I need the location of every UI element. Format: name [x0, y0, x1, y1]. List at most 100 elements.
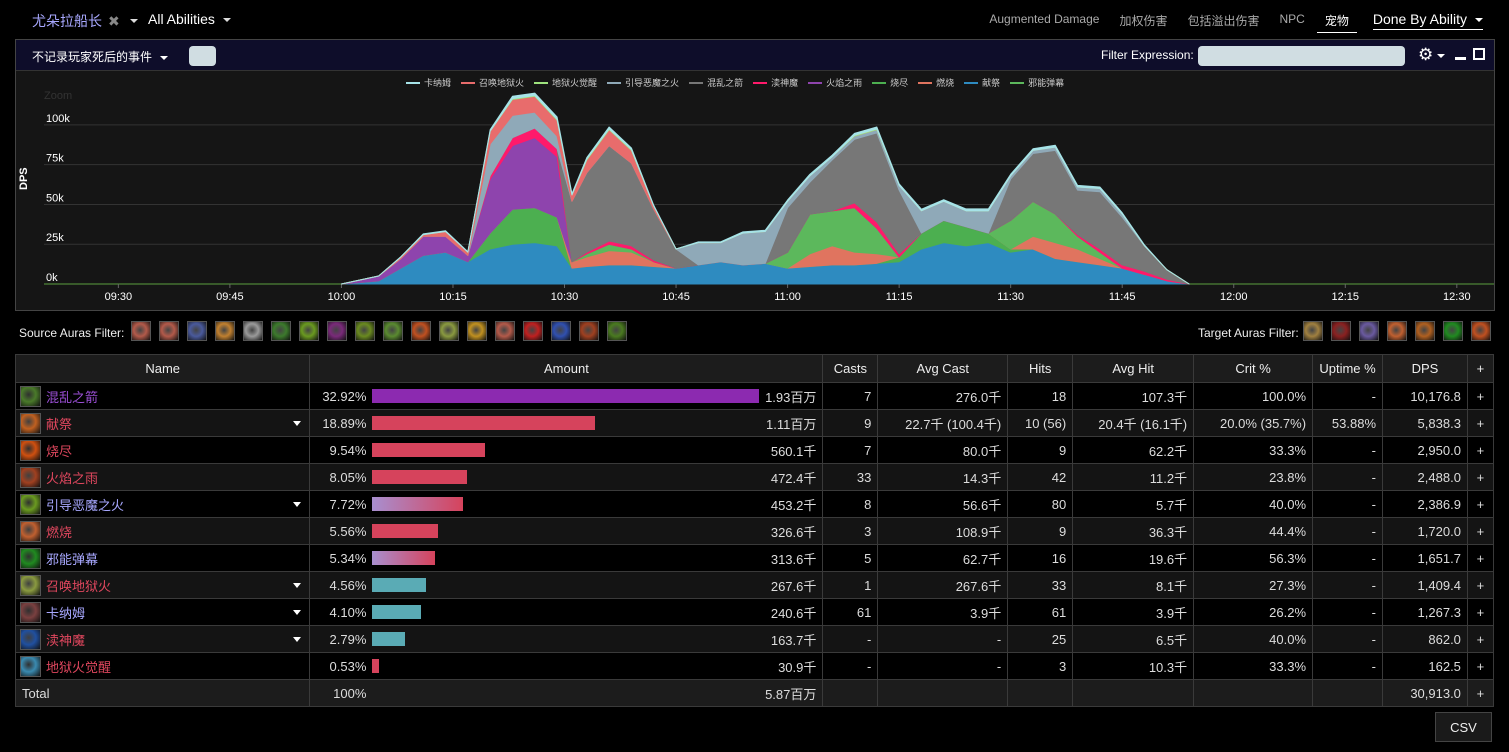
table-row[interactable]: 火焰之雨 8.05% 472.4千 33 14.3千 42 11.2千 23.8% -2,488…: [14, 463, 1495, 491]
ability-name[interactable]: 献祭: [46, 417, 72, 432]
target-aura-icon-7[interactable]: [1471, 321, 1491, 341]
target-aura-icon-1[interactable]: [1303, 321, 1323, 341]
ability-name[interactable]: 渎神魔: [46, 633, 85, 648]
aura-icon-3[interactable]: [187, 321, 207, 341]
aura-icon-9[interactable]: [355, 321, 375, 341]
table-row[interactable]: 渎神魔 2.79% 163.7千 - -25 6.5千 40.0% -862.0 +: [14, 625, 1495, 653]
ability-name-cell[interactable]: 渎神魔: [14, 625, 311, 653]
ability-name[interactable]: 引导恶魔之火: [46, 498, 124, 513]
tab-include-overkill[interactable]: 包括溢出伤害: [1179, 9, 1267, 32]
ability-name[interactable]: 邪能弹幕: [46, 552, 98, 567]
ability-name[interactable]: 地狱火觉醒: [46, 660, 111, 675]
table-row[interactable]: 邪能弹幕 5.34% 313.6千 5 62.7千 16 19.6千 56.3% -1,651.…: [14, 544, 1495, 572]
aura-icon-2[interactable]: [159, 321, 179, 341]
ability-name[interactable]: 召唤地狱火: [46, 579, 111, 594]
aura-icon-5[interactable]: [243, 321, 263, 341]
ability-name[interactable]: 烧尽: [46, 444, 72, 459]
ability-name-cell[interactable]: 卡纳姆: [14, 598, 311, 626]
aura-icon-10[interactable]: [383, 321, 403, 341]
tab-pets[interactable]: 宠物: [1316, 9, 1357, 33]
header-crit[interactable]: Crit %: [1193, 354, 1314, 383]
add-icon[interactable]: +: [1466, 544, 1495, 572]
maximize-icon[interactable]: [1473, 48, 1485, 60]
aura-icon-6[interactable]: [271, 321, 291, 341]
ability-name[interactable]: 卡纳姆: [46, 606, 85, 621]
table-row[interactable]: 卡纳姆 4.10% 240.6千 61 3.9千 61 3.9千 26.2% -1,267.3 +: [14, 598, 1495, 626]
add-icon[interactable]: +: [1466, 679, 1495, 707]
target-aura-icon-3[interactable]: [1359, 321, 1379, 341]
aura-icon-12[interactable]: [439, 321, 459, 341]
table-row[interactable]: 引导恶魔之火 7.72% 453.2千 8 56.6千 80 5.7千 40.0% -2,386…: [14, 490, 1495, 518]
header-hits[interactable]: Hits: [1007, 354, 1074, 383]
csv-export-button[interactable]: CSV: [1435, 712, 1492, 742]
expand-caret-icon[interactable]: [293, 610, 302, 615]
add-icon[interactable]: +: [1466, 463, 1495, 491]
filter-expression-input[interactable]: [1198, 46, 1405, 66]
aura-icon-1[interactable]: [131, 321, 151, 341]
minimize-icon[interactable]: [1455, 57, 1466, 60]
ability-name[interactable]: 火焰之雨: [46, 471, 98, 486]
header-casts[interactable]: Casts: [822, 354, 879, 383]
aura-icon-7[interactable]: [299, 321, 319, 341]
table-row[interactable]: 烧尽 9.54% 560.1千 7 80.0千 9 62.2千 33.3% -2,950.0 +: [14, 436, 1495, 464]
tab-augmented-damage[interactable]: Augmented Damage: [981, 9, 1107, 29]
ability-name-cell[interactable]: 邪能弹幕: [14, 544, 311, 572]
tab-npc[interactable]: NPC: [1271, 9, 1312, 29]
ability-name-cell[interactable]: 火焰之雨: [14, 463, 311, 491]
dps-area-chart[interactable]: 0k 25k 50k 75k 100k 09:30 09:45 10:00 10:15 10:30…: [16, 71, 1494, 311]
expand-caret-icon[interactable]: [293, 421, 302, 426]
ability-name[interactable]: 混乱之箭: [46, 390, 98, 405]
target-aura-icon-5[interactable]: [1415, 321, 1435, 341]
player-selector[interactable]: 尤朵拉船长 ✖: [32, 11, 138, 31]
add-icon[interactable]: +: [1466, 382, 1495, 410]
ability-name-cell[interactable]: 献祭: [14, 409, 311, 437]
header-name[interactable]: Name: [14, 354, 311, 383]
aura-icon-16[interactable]: [551, 321, 571, 341]
table-row[interactable]: 燃烧 5.56% 326.6千 3 108.9千 9 36.3千 44.4% -1,720.0 +: [14, 517, 1495, 545]
table-row[interactable]: 召唤地狱火 4.56% 267.6千 1 267.6千 33 8.1千 27.3% -1,409…: [14, 571, 1495, 599]
aura-icon-14[interactable]: [495, 321, 515, 341]
add-icon[interactable]: +: [1466, 652, 1495, 680]
aura-icon-4[interactable]: [215, 321, 235, 341]
aura-icon-13[interactable]: [467, 321, 487, 341]
header-dps[interactable]: DPS: [1382, 354, 1468, 383]
target-aura-icon-4[interactable]: [1387, 321, 1407, 341]
add-icon[interactable]: +: [1466, 517, 1495, 545]
ability-name-cell[interactable]: 烧尽: [14, 436, 311, 464]
ability-name[interactable]: 燃烧: [46, 525, 72, 540]
table-row[interactable]: 混乱之箭 32.92% 1.93百万 7 276.0千 18 107.3千 100.0% -10…: [14, 382, 1495, 410]
toggle-button[interactable]: [189, 46, 216, 66]
add-icon[interactable]: +: [1466, 598, 1495, 626]
ability-name-cell[interactable]: 地狱火觉醒: [14, 652, 311, 680]
ability-name-cell[interactable]: 混乱之箭: [14, 382, 311, 410]
aura-icon-18[interactable]: [607, 321, 627, 341]
table-row[interactable]: 献祭 18.89% 1.11百万 9 22.7千 (100.4千) 10 (56) 20.4…: [14, 409, 1495, 437]
aura-icon-11[interactable]: [411, 321, 431, 341]
header-add-column[interactable]: +: [1466, 354, 1495, 383]
tab-weighted-damage[interactable]: 加权伤害: [1111, 9, 1175, 32]
aura-icon-15[interactable]: [523, 321, 543, 341]
expand-caret-icon[interactable]: [293, 637, 302, 642]
add-icon[interactable]: +: [1466, 490, 1495, 518]
remove-icon[interactable]: ✖: [108, 13, 120, 30]
abilities-dropdown[interactable]: All Abilities: [148, 11, 231, 27]
view-mode-dropdown[interactable]: Done By Ability: [1372, 9, 1483, 30]
header-avg-cast[interactable]: Avg Cast: [877, 354, 1009, 383]
expand-caret-icon[interactable]: [293, 583, 302, 588]
target-aura-icon-6[interactable]: [1443, 321, 1463, 341]
ability-name-cell[interactable]: 燃烧: [14, 517, 311, 545]
target-aura-icon-2[interactable]: [1331, 321, 1351, 341]
header-amount[interactable]: Amount: [309, 354, 824, 383]
ability-name-cell[interactable]: 召唤地狱火: [14, 571, 311, 599]
expand-caret-icon[interactable]: [293, 502, 302, 507]
aura-icon-17[interactable]: [579, 321, 599, 341]
table-row[interactable]: 地狱火觉醒 0.53% 30.9千 - -3 10.3千 33.3% -162.5 +: [14, 652, 1495, 680]
add-icon[interactable]: +: [1466, 409, 1495, 437]
death-filter-dropdown[interactable]: 不记录玩家死后的事件: [32, 48, 169, 65]
add-icon[interactable]: +: [1466, 436, 1495, 464]
header-uptime[interactable]: Uptime %: [1312, 354, 1383, 383]
add-icon[interactable]: +: [1466, 625, 1495, 653]
aura-icon-8[interactable]: [327, 321, 347, 341]
header-avg-hit[interactable]: Avg Hit: [1072, 354, 1195, 383]
ability-name-cell[interactable]: 引导恶魔之火: [14, 490, 311, 518]
